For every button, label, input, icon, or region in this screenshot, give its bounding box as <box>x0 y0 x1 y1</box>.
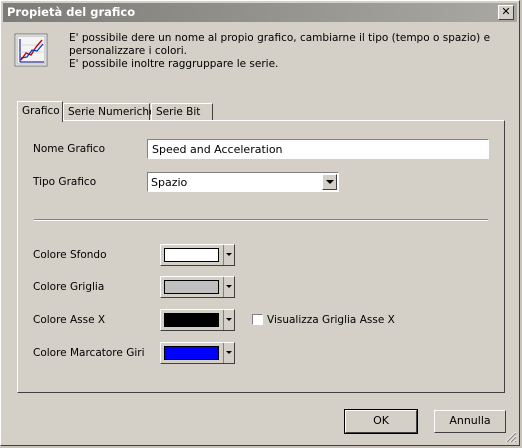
description-line: E' possibile dere un nome al propio graf… <box>69 32 491 44</box>
chart-type-value: Spazio <box>151 176 188 189</box>
cancel-button[interactable]: Annulla <box>434 410 506 433</box>
chart-type-label: Tipo Grafico <box>33 176 97 188</box>
resize-grip-icon[interactable] <box>505 431 517 443</box>
chart-name-input[interactable]: Speed and Acceleration <box>147 139 489 159</box>
description-line: E' possibile inoltre raggruppare le seri… <box>69 58 279 70</box>
tab-grafico[interactable]: Grafico <box>17 101 63 122</box>
grid-color-label: Colore Griglia <box>33 281 105 293</box>
grid-color-swatch <box>164 280 219 294</box>
xaxis-color-picker[interactable] <box>160 309 235 331</box>
bg-color-picker[interactable] <box>160 244 235 266</box>
tab-serie-bit[interactable]: Serie Bit <box>151 103 213 120</box>
xaxis-color-swatch <box>164 313 219 327</box>
separator <box>34 219 488 221</box>
show-xaxis-grid-checkbox[interactable] <box>252 314 263 325</box>
bg-color-label: Colore Sfondo <box>33 249 107 261</box>
chevron-down-icon[interactable] <box>322 174 337 190</box>
chevron-down-icon[interactable] <box>223 310 234 330</box>
chevron-down-icon[interactable] <box>223 277 234 297</box>
description-line: personalizzare i colori. <box>69 45 187 57</box>
grid-color-picker[interactable] <box>160 276 235 298</box>
chart-type-select[interactable]: Spazio <box>147 172 339 192</box>
close-button[interactable]: ✕ <box>498 5 514 20</box>
chevron-down-icon[interactable] <box>223 245 234 265</box>
lap-marker-color-label: Colore Marcatore Giri <box>33 347 145 359</box>
xaxis-color-label: Colore Asse X <box>33 314 106 326</box>
lap-marker-color-swatch <box>164 346 219 360</box>
tab-serie-numeriche[interactable]: Serie Numeriche <box>63 103 155 120</box>
show-xaxis-grid-label: Visualizza Griglia Asse X <box>267 314 395 326</box>
window-title: Propietà del grafico <box>7 5 136 19</box>
tab-panel-grafico: Nome Grafico Speed and Acceleration Tipo… <box>17 120 505 393</box>
description: E' possibile dere un nome al propio graf… <box>69 32 499 71</box>
ok-button[interactable]: OK <box>344 409 418 434</box>
chart-name-label: Nome Grafico <box>33 143 106 155</box>
properties-dialog: Propietà del grafico ✕ E' possibile dere… <box>0 0 520 446</box>
lap-marker-color-picker[interactable] <box>160 342 235 364</box>
title-bar[interactable]: Propietà del grafico ✕ <box>3 3 517 22</box>
chevron-down-icon[interactable] <box>223 343 234 363</box>
bg-color-swatch <box>164 248 219 262</box>
chart-icon <box>14 33 48 67</box>
close-icon: ✕ <box>501 5 511 18</box>
